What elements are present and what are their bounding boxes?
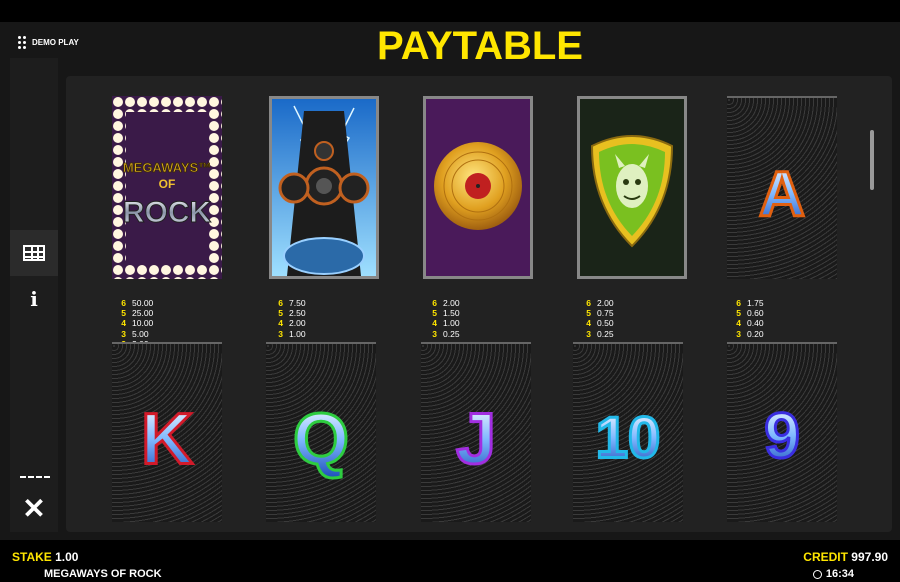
close-icon: ✕ [22, 493, 46, 524]
game-name: MEGAWAYS OF ROCK [44, 568, 162, 580]
svg-text:J: J [456, 400, 496, 480]
number-9-icon: 9 [763, 398, 802, 473]
symbol-letter-k: K [112, 342, 222, 522]
guitar-pick-icon [577, 96, 687, 279]
clock-time: 16:34 [825, 568, 854, 580]
info-button[interactable]: i [10, 276, 58, 322]
svg-text:ROCK: ROCK [123, 196, 212, 229]
table-grid-icon [23, 245, 45, 261]
letter-q-icon: Q [291, 398, 350, 481]
number-10-icon: 10 [594, 404, 662, 472]
credit-display: CREDIT 997.90 [803, 550, 888, 564]
svg-text:Q: Q [293, 400, 349, 480]
symbol-speaker [269, 96, 379, 279]
top-bar [0, 0, 900, 22]
svg-text:MEGAWAYS™: MEGAWAYS™ [123, 160, 211, 175]
symbol-guitar-pick [577, 96, 687, 279]
paytable-guitar-pick: 6 2.00 5 0.75 4 0.50 3 0.25 [586, 298, 614, 339]
speaker-icon [269, 96, 379, 279]
megaways-logo-icon: MEGAWAYS™ OF ROCK [112, 96, 222, 279]
credit-value: 997.90 [851, 550, 888, 564]
symbol-number-10: 10 [573, 342, 683, 522]
sidebar: i ✕ [10, 58, 58, 532]
letter-j-icon: J [454, 398, 497, 481]
credit-label: CREDIT [803, 550, 848, 564]
symbol-letter-a: A [727, 96, 837, 279]
stake-value: 1.00 [55, 550, 79, 564]
letter-a-icon: A [757, 157, 806, 232]
paytable-button[interactable] [10, 230, 58, 276]
symbol-letter-q: Q [266, 342, 376, 522]
letter-k-icon: K [140, 398, 195, 481]
scrollbar-thumb[interactable] [870, 130, 874, 190]
svg-text:A: A [759, 158, 805, 230]
clock: 16:34 [812, 568, 854, 580]
svg-text:9: 9 [764, 400, 800, 472]
clock-icon [812, 569, 822, 579]
svg-text:K: K [141, 400, 193, 480]
paytable-letter-a: 6 1.75 5 0.60 4 0.40 3 0.20 [736, 298, 764, 339]
svg-text:10: 10 [596, 406, 661, 471]
svg-text:OF: OF [159, 177, 176, 191]
stake-label: STAKE [12, 550, 52, 564]
divider [20, 476, 50, 478]
gold-record-icon [423, 96, 533, 279]
close-button[interactable]: ✕ [10, 486, 58, 532]
paytable-speaker: 6 7.50 5 2.50 4 2.00 3 1.00 [278, 298, 306, 339]
stake-display[interactable]: STAKE 1.00 [12, 550, 78, 564]
paytable-gold-record: 6 2.00 5 1.50 4 1.00 3 0.25 [432, 298, 460, 339]
symbol-letter-j: J [421, 342, 531, 522]
symbol-gold-record [423, 96, 533, 279]
symbol-number-9: 9 [727, 342, 837, 522]
page-title: PAYTABLE [377, 24, 583, 68]
info-icon: i [30, 287, 38, 311]
symbol-megaways-of-rock: MEGAWAYS™ OF ROCK [112, 96, 222, 279]
